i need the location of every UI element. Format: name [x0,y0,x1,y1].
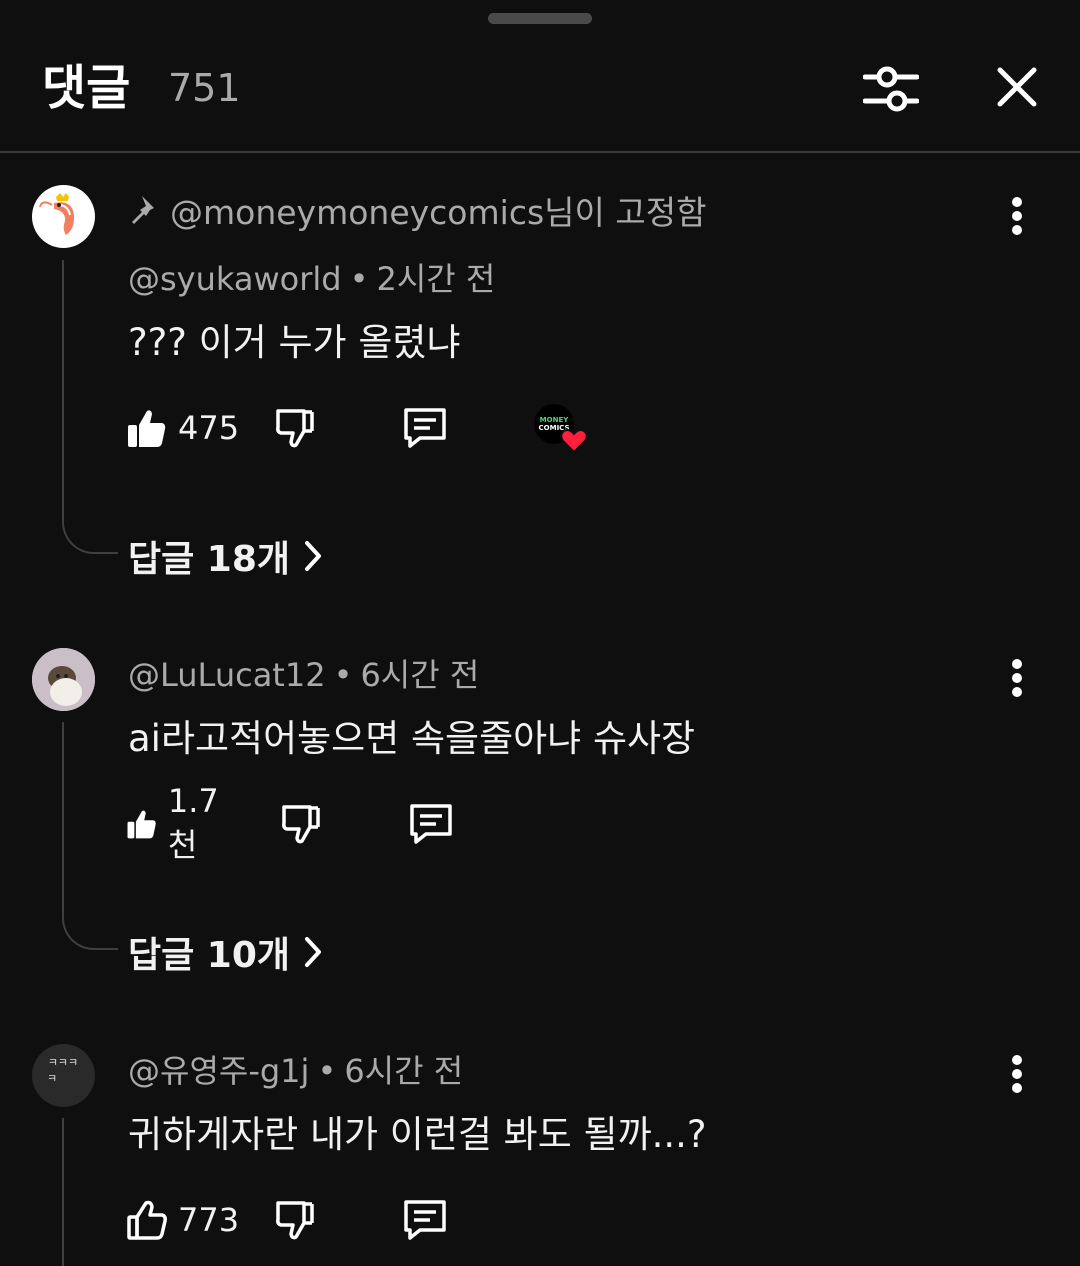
more-vert-icon [1012,659,1022,697]
pinned-by-text: @moneymoneycomics님이 고정함 [170,193,707,232]
like-button[interactable]: 773 [126,1190,239,1250]
comment-author[interactable]: @syukaworld [128,260,342,298]
reply-button[interactable] [402,398,448,458]
like-count: 475 [178,409,240,447]
reply-button[interactable] [402,1190,448,1250]
replies-label: 답글 18개 [128,539,290,580]
reply-icon [404,1200,446,1240]
thumb-down-icon [276,1201,314,1240]
shrimp-avatar-icon [39,193,75,235]
view-replies-button[interactable]: 답글 10개 [128,926,322,978]
cat-photo-avatar-icon [32,648,95,711]
view-replies-button[interactable]: 답글 18개 [128,530,322,582]
pin-icon [132,196,154,224]
avatar[interactable] [32,648,95,711]
more-vert-icon [1012,197,1022,235]
thread-line [62,260,118,554]
more-button[interactable] [996,1046,1038,1102]
text-avatar-icon: ㅋㅋㅋ ㅋ [47,1056,78,1085]
dislike-button[interactable] [274,398,316,458]
creator-heart-badge: MONEY COMICS [534,402,590,458]
heart-icon [560,429,588,454]
reply-button[interactable] [408,794,454,854]
chevron-right-icon [305,541,321,571]
like-button[interactable]: 475 [126,398,239,458]
comment-count: 751 [168,66,241,110]
comment-meta: @유영주-g1j • 6시간 전 [128,1052,464,1090]
comment-time: 2시간 전 [376,260,496,298]
filter-sliders-icon [863,66,919,112]
comment-meta: @syukaworld • 2시간 전 [128,260,496,298]
filter-button[interactable] [858,56,924,122]
thumb-up-icon [128,410,166,447]
comment-meta: @LuLucat12 • 6시간 전 [128,656,480,694]
chevron-right-icon [305,937,321,967]
comments-header: 댓글 751 [0,0,1080,152]
avatar[interactable]: ㅋㅋㅋ ㅋ [32,1044,95,1107]
dislike-button[interactable] [280,794,322,854]
thumb-up-outline-icon [127,1200,167,1240]
more-vert-icon [1012,1055,1022,1093]
more-button[interactable] [996,188,1038,244]
comment-text: ??? 이거 누가 올렸냐 [128,321,461,364]
like-count: 773 [178,1201,240,1239]
close-button[interactable] [986,56,1048,118]
reply-icon [404,408,446,448]
thumb-down-icon [276,409,314,448]
pinned-label: @moneymoneycomics님이 고정함 [130,186,706,234]
comments-sheet: 댓글 751 @moneymoneycomics님이 고정함 @syukawor… [0,0,1080,1266]
comment-text: 귀하게자란 내가 이런걸 봐도 될까...? [128,1113,707,1156]
reply-icon [410,804,452,844]
close-icon [997,67,1037,107]
svg-text:ㅋ: ㅋ [47,1072,57,1085]
svg-text:MONEY: MONEY [540,416,570,424]
more-button[interactable] [996,650,1038,706]
like-count: 1.7천 [167,782,219,864]
like-button[interactable]: 1.7천 [126,782,229,864]
comment-time: 6시간 전 [360,656,480,694]
comment-time: 6시간 전 [344,1052,464,1090]
comment-author[interactable]: @LuLucat12 [128,656,326,694]
thumb-up-icon [127,810,156,839]
thread-line [62,1118,118,1266]
comment-author[interactable]: @유영주-g1j [128,1052,309,1090]
replies-label: 답글 10개 [128,935,290,976]
avatar[interactable] [32,185,95,248]
svg-text:ㅋㅋㅋ: ㅋㅋㅋ [48,1056,78,1069]
header-divider [0,151,1080,153]
comment-text: ai라고적어놓으면 속을줄아냐 슈사장 [128,717,696,760]
thumb-down-icon [282,805,320,844]
dislike-button[interactable] [274,1190,316,1250]
thread-line [62,722,118,950]
header-title: 댓글 [42,60,131,116]
